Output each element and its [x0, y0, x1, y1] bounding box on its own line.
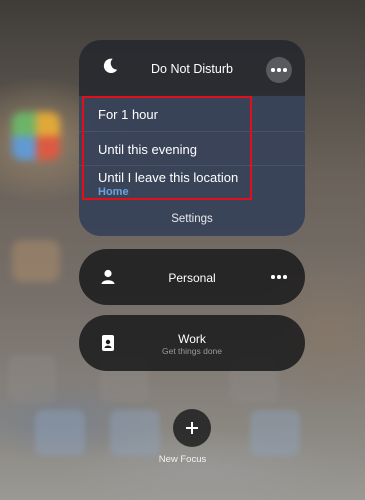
ellipsis-dot: [283, 275, 287, 279]
focus-personal-more-button[interactable]: [271, 275, 287, 279]
option-label: For 1 hour: [98, 107, 158, 122]
new-focus-label: New Focus: [158, 454, 207, 465]
ellipsis-dot: [277, 275, 281, 279]
dnd-header[interactable]: Do Not Disturb: [79, 40, 305, 96]
ellipsis-dot: [277, 68, 281, 72]
blurred-app-icon: [8, 355, 56, 403]
new-focus-button[interactable]: [173, 409, 211, 447]
option-until-this-evening[interactable]: Until this evening: [79, 132, 305, 166]
dnd-settings-button[interactable]: Settings: [79, 213, 305, 225]
option-for-1-hour[interactable]: For 1 hour: [79, 96, 305, 132]
option-location-sublabel: Home: [98, 186, 129, 198]
option-label: Until I leave this location: [98, 170, 239, 185]
blurred-app-icon: [12, 112, 60, 160]
focus-work-label: Work: [178, 332, 206, 346]
focus-work-sublabel: Get things done: [161, 346, 222, 356]
dnd-more-button[interactable]: [266, 57, 292, 83]
focus-personal[interactable]: Personal: [79, 249, 305, 305]
blurred-app-icon: [35, 410, 85, 456]
option-until-leave-location[interactable]: Until I leave this location Home: [79, 166, 305, 206]
option-label: Until this evening: [98, 142, 197, 157]
ellipsis-icon: [271, 275, 275, 279]
blurred-app-icon: [12, 240, 60, 282]
ellipsis-icon: [271, 68, 275, 72]
ellipsis-dot: [283, 68, 287, 72]
focus-work[interactable]: Work Get things done: [79, 315, 305, 371]
do-not-disturb-card: Do Not Disturb For 1 hour Until this eve…: [79, 40, 305, 236]
dnd-duration-options: For 1 hour Until this evening Until I le…: [79, 96, 305, 236]
blurred-app-icon: [250, 410, 300, 456]
blurred-app-icon: [110, 410, 160, 456]
plus-icon-vertical: [191, 422, 193, 434]
